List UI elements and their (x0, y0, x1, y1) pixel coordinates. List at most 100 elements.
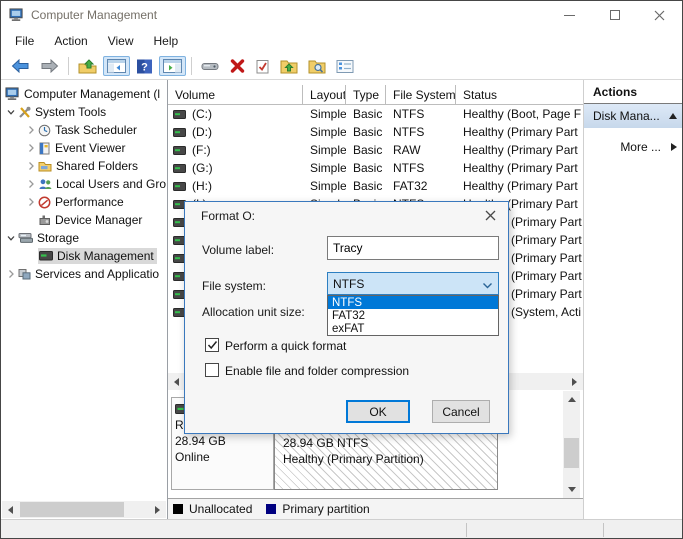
volume-status: Healthy (Primary Part (463, 125, 578, 139)
primary-partition-swatch (266, 504, 277, 514)
actions-group-disk-management[interactable]: Disk Mana... (584, 104, 682, 128)
scroll-up-icon (567, 397, 576, 402)
volume-type: Basic (353, 179, 383, 193)
column-header-volume[interactable]: Volume (168, 85, 303, 104)
dropdown-option-fat32[interactable]: FAT32 (328, 309, 498, 322)
show-action-pane-icon (163, 59, 182, 73)
volume-file-system: NTFS (393, 107, 425, 121)
file-system-select[interactable]: NTFS (327, 272, 499, 295)
check-icon (207, 341, 217, 350)
column-header-status[interactable]: Status (456, 85, 583, 104)
volume-row[interactable]: (D:) Simple Basic NTFS Healthy (Primary … (168, 123, 583, 141)
computer-management-window: Computer Management File Action View Hel… (0, 0, 683, 539)
tree-item-storage[interactable]: Storage (1, 229, 167, 247)
legend-label-primary-partition: Primary partition (282, 502, 370, 516)
menu-bar: File Action View Help (1, 29, 682, 53)
file-system-dropdown-list: NTFS FAT32 exFAT (327, 295, 499, 336)
tree-item-computer-management[interactable]: Computer Management (l (1, 85, 167, 103)
scrollbar-thumb[interactable] (20, 502, 124, 517)
open-button[interactable] (276, 56, 302, 77)
column-header-type[interactable]: Type (346, 85, 386, 104)
tree-item-system-tools[interactable]: System Tools (1, 103, 167, 121)
tree-item-services-and-applications[interactable]: Services and Applicatio (1, 265, 167, 283)
tree-item-task-scheduler[interactable]: Task Scheduler (1, 121, 167, 139)
close-button[interactable] (637, 1, 682, 29)
maximize-button[interactable] (592, 1, 637, 29)
forward-button[interactable] (36, 56, 63, 76)
menu-file[interactable]: File (5, 31, 44, 51)
ok-button[interactable]: OK (346, 400, 410, 423)
minimize-button[interactable] (547, 1, 592, 29)
tree-item-local-users-and-groups[interactable]: Local Users and Gro (1, 175, 167, 193)
scroll-left-icon (174, 377, 179, 386)
local-users-icon (38, 178, 52, 190)
tree-item-shared-folders[interactable]: Shared Folders (1, 157, 167, 175)
chevron-down-icon (482, 279, 493, 293)
volume-row[interactable]: (C:) Simple Basic NTFS Healthy (Boot, Pa… (168, 105, 583, 123)
quick-format-label: Perform a quick format (225, 339, 347, 353)
volume-type: Basic (353, 143, 383, 157)
volume-label-label: Volume label: (202, 243, 275, 257)
chevron-down-icon[interactable] (4, 233, 18, 243)
volume-row[interactable]: (F:) Simple Basic RAW Healthy (Primary P… (168, 141, 583, 159)
scroll-up-button[interactable] (563, 391, 580, 408)
chevron-right-icon[interactable] (4, 269, 18, 279)
scroll-right-button[interactable] (566, 373, 583, 390)
scroll-down-icon (567, 487, 576, 492)
svg-text:?: ? (141, 61, 148, 73)
collapse-icon[interactable] (669, 113, 677, 119)
scrollbar-thumb[interactable] (564, 438, 579, 468)
disk-view-vertical-scrollbar[interactable] (563, 391, 580, 498)
volume-row[interactable]: (G:) Simple Basic NTFS Healthy (Primary … (168, 159, 583, 177)
chevron-right-icon[interactable] (24, 179, 38, 189)
minimize-icon (564, 14, 575, 16)
dialog-close-button[interactable] (478, 206, 502, 225)
system-tools-icon (18, 106, 31, 119)
validate-button[interactable] (251, 56, 274, 77)
chevron-right-icon[interactable] (24, 143, 38, 153)
properties-button[interactable] (332, 57, 358, 76)
chevron-right-icon[interactable] (24, 197, 38, 207)
more-actions-item[interactable]: More ... (584, 137, 682, 157)
scroll-left-button[interactable] (168, 373, 185, 390)
delete-button[interactable] (226, 56, 249, 76)
disk-drive-button[interactable] (197, 57, 224, 75)
scroll-down-button[interactable] (563, 481, 580, 498)
back-button[interactable] (7, 56, 34, 76)
help-button[interactable]: ? (132, 56, 157, 77)
dropdown-option-exfat[interactable]: exFAT (328, 322, 498, 335)
tree-item-disk-management[interactable]: Disk Management (1, 247, 167, 265)
tree-item-performance[interactable]: Performance (1, 193, 167, 211)
show-console-tree-button[interactable] (103, 56, 130, 76)
volume-label-input[interactable] (327, 236, 499, 260)
chevron-right-icon[interactable] (24, 161, 38, 171)
explore-button[interactable] (304, 56, 330, 77)
menu-help[interactable]: Help (144, 31, 189, 51)
tree-item-event-viewer[interactable]: Event Viewer (1, 139, 167, 157)
chevron-right-icon[interactable] (24, 125, 38, 135)
compression-checkbox[interactable] (205, 363, 219, 377)
menu-view[interactable]: View (98, 31, 144, 51)
scroll-right-button[interactable] (149, 501, 166, 518)
file-system-label: File system: (202, 279, 267, 293)
services-icon (18, 268, 31, 280)
cancel-button[interactable]: Cancel (432, 400, 490, 423)
help-icon: ? (137, 59, 152, 73)
quick-format-checkbox[interactable] (205, 338, 219, 352)
allocation-unit-size-label: Allocation unit size: (202, 305, 305, 319)
scroll-left-button[interactable] (2, 501, 19, 518)
show-console-tree-icon (107, 59, 126, 73)
tree-item-device-manager[interactable]: Device Manager (1, 211, 167, 229)
menu-action[interactable]: Action (44, 31, 97, 51)
volume-row[interactable]: (H:) Simple Basic FAT32 Healthy (Primary… (168, 177, 583, 195)
console-tree: Computer Management (l System Tools Task… (1, 85, 167, 283)
column-header-layout[interactable]: Layout (303, 85, 346, 104)
dropdown-option-ntfs[interactable]: NTFS (328, 296, 498, 309)
up-one-level-button[interactable] (74, 56, 101, 77)
tree-horizontal-scrollbar[interactable] (2, 501, 166, 518)
volume-icon (173, 181, 186, 191)
column-header-file-system[interactable]: File System (386, 85, 456, 104)
volume-name: (D:) (192, 125, 212, 139)
chevron-down-icon[interactable] (4, 107, 18, 117)
show-action-pane-button[interactable] (159, 56, 186, 76)
